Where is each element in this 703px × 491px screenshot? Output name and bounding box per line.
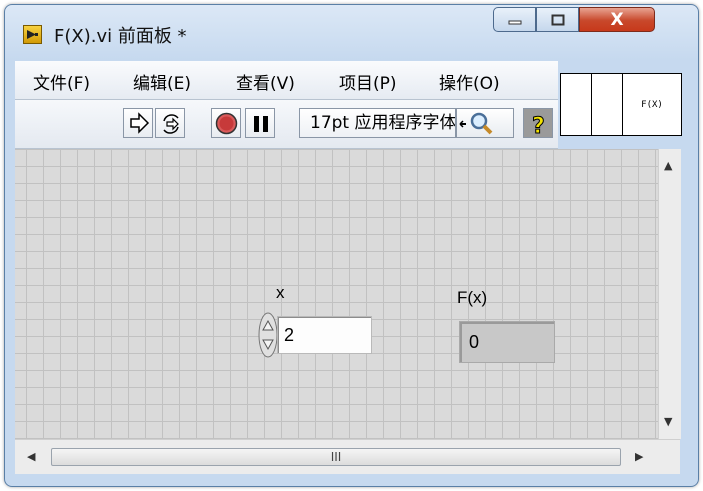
- horizontal-scroll-thumb[interactable]: III: [51, 448, 621, 466]
- vi-window: F(X).vi 前面板 * X 文件(F) 编辑(E) 查看(V) 项目(P) …: [4, 4, 699, 487]
- help-question-icon: ?: [532, 114, 546, 140]
- vertical-scrollbar[interactable]: ▲ ▼: [658, 149, 681, 439]
- abort-button[interactable]: [211, 108, 241, 138]
- run-continuously-button[interactable]: [155, 108, 185, 138]
- menu-view[interactable]: 查看(V): [236, 69, 295, 94]
- numeric-indicator-fx: 0: [459, 321, 555, 363]
- search-button[interactable]: [456, 108, 514, 138]
- front-panel[interactable]: [15, 149, 658, 439]
- connector-terminal-left[interactable]: [561, 74, 592, 135]
- search-icon: [459, 112, 493, 135]
- scroll-down-icon[interactable]: ▼: [664, 415, 672, 428]
- vi-icon-pane[interactable]: F(X): [622, 73, 682, 136]
- connector-terminal-right[interactable]: [592, 74, 623, 135]
- pause-icon: [254, 116, 268, 132]
- indicator-label-fx: F(x): [457, 288, 488, 307]
- numeric-control-x[interactable]: 2: [277, 316, 372, 354]
- run-button[interactable]: [123, 108, 153, 138]
- scroll-up-icon[interactable]: ▲: [664, 159, 672, 172]
- window-title: F(X).vi 前面板 *: [54, 26, 187, 47]
- stop-icon: [215, 112, 238, 135]
- font-select[interactable]: 17pt 应用程序字体: [299, 108, 456, 138]
- menu-edit[interactable]: 编辑(E): [133, 69, 191, 94]
- minimize-icon: [508, 20, 521, 24]
- labview-vi-icon: [23, 25, 42, 44]
- minimize-button[interactable]: [493, 7, 536, 32]
- run-continuously-icon: [163, 114, 179, 134]
- scroll-left-icon[interactable]: ◀: [27, 450, 35, 463]
- menu-project[interactable]: 项目(P): [339, 69, 397, 94]
- maximize-button[interactable]: [536, 7, 579, 32]
- run-arrow-icon: [130, 112, 150, 134]
- control-label-x: x: [276, 283, 285, 302]
- caption-buttons: X: [493, 7, 655, 33]
- menu-file[interactable]: 文件(F): [33, 69, 90, 94]
- close-icon: X: [610, 9, 624, 30]
- menu-bar: 文件(F) 编辑(E) 查看(V) 项目(P) 操作(O): [15, 61, 558, 100]
- scroll-right-icon[interactable]: ▶: [635, 450, 643, 463]
- maximize-icon: [551, 14, 564, 25]
- svg-text:?: ?: [532, 114, 545, 139]
- close-button[interactable]: X: [579, 7, 655, 32]
- context-help-button[interactable]: ?: [523, 108, 553, 140]
- menu-operate[interactable]: 操作(O): [439, 69, 500, 94]
- horizontal-scrollbar[interactable]: ◀ III ▶: [15, 439, 680, 474]
- pause-button[interactable]: [245, 108, 275, 138]
- title-bar[interactable]: F(X).vi 前面板 * X: [5, 5, 698, 57]
- increment-decrement-icon[interactable]: [257, 311, 279, 359]
- toolbar: 17pt 应用程序字体 ?: [15, 100, 558, 149]
